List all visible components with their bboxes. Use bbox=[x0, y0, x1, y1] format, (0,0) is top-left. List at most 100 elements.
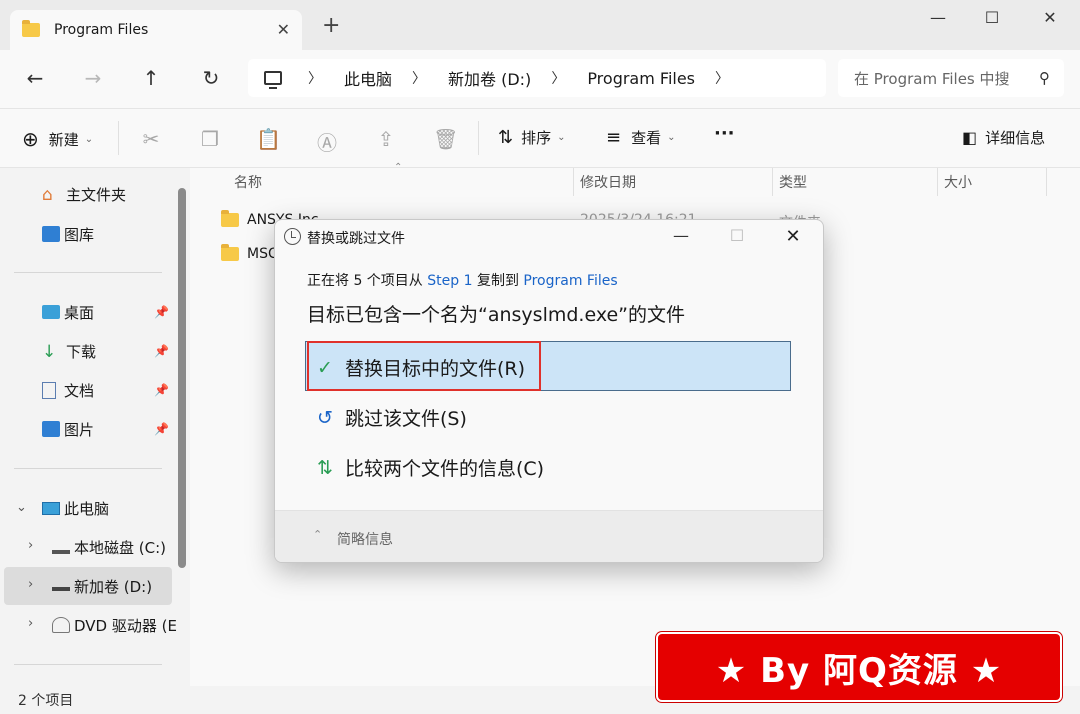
view-label: 查看 bbox=[631, 129, 662, 147]
pin-icon[interactable]: 📌 bbox=[154, 422, 169, 436]
sidebar-item-documents[interactable]: 文档 bbox=[42, 378, 94, 402]
compare-files-option[interactable]: ⇅ 比较两个文件的信息(C) bbox=[317, 454, 544, 481]
sidebar-item-label: 下载 bbox=[66, 342, 97, 361]
back-button[interactable]: ← bbox=[20, 66, 50, 90]
chevron-down-icon: ⌄ bbox=[667, 132, 676, 143]
skip-files-option[interactable]: ↺ 跳过该文件(S) bbox=[317, 404, 467, 431]
new-tab-button[interactable]: + bbox=[322, 15, 340, 37]
maximize-button[interactable]: ☐ bbox=[972, 8, 1012, 27]
breadcrumb-this-pc[interactable]: 此电脑 bbox=[344, 66, 392, 90]
pin-icon[interactable]: 📌 bbox=[154, 305, 169, 319]
close-window-button[interactable]: ✕ bbox=[1030, 8, 1070, 27]
sidebar-item-desktop[interactable]: 桌面 bbox=[42, 300, 94, 324]
new-label: 新建 bbox=[48, 130, 79, 149]
breadcrumb-separator[interactable]: 〉 bbox=[412, 68, 426, 88]
destination-link[interactable]: Program Files bbox=[523, 273, 617, 289]
close-tab-icon[interactable]: ✕ bbox=[277, 20, 290, 39]
dialog-title-bar[interactable]: 替换或跳过文件 — ☐ ✕ bbox=[275, 220, 823, 254]
copy-icon[interactable]: ❐ bbox=[198, 127, 222, 151]
copy-progress-text: 正在将 5 个项目从 Step 1 复制到 Program Files bbox=[307, 270, 618, 290]
share-icon[interactable]: ⇪ bbox=[374, 127, 398, 151]
column-header-size[interactable]: 大小 bbox=[944, 172, 972, 192]
replace-files-option[interactable]: ✓ 替换目标中的文件(R) bbox=[317, 354, 525, 381]
up-button[interactable]: ↑ bbox=[136, 66, 166, 90]
sidebar-item-label: 桌面 bbox=[64, 303, 95, 322]
rename-icon[interactable]: Ⓐ bbox=[315, 127, 339, 156]
chevron-right-icon[interactable]: › bbox=[28, 577, 33, 592]
pin-icon[interactable]: 📌 bbox=[154, 383, 169, 397]
sidebar-item-downloads[interactable]: ↓ 下载 bbox=[42, 339, 96, 363]
table-row[interactable]: MSC bbox=[221, 244, 278, 262]
document-icon bbox=[42, 381, 56, 399]
sidebar-item-home[interactable]: ⌂ 主文件夹 bbox=[42, 182, 126, 206]
column-header-name[interactable]: 名称 bbox=[234, 172, 262, 192]
search-icon[interactable]: ⚲ bbox=[1039, 69, 1050, 87]
sidebar-item-label: 图库 bbox=[64, 225, 95, 244]
dialog-footer: ⌃ 简略信息 bbox=[275, 510, 823, 562]
more-options-button[interactable]: ··· bbox=[714, 123, 735, 144]
source-link[interactable]: Step 1 bbox=[427, 273, 472, 289]
breadcrumb-separator[interactable]: 〉 bbox=[715, 68, 729, 88]
sidebar-item-label: 文档 bbox=[64, 381, 95, 400]
chevron-right-icon[interactable]: › bbox=[28, 538, 33, 553]
sidebar-divider bbox=[14, 468, 162, 469]
sidebar-item-label: 主文件夹 bbox=[66, 185, 127, 204]
plus-circle-icon: ⊕ bbox=[22, 127, 39, 151]
sidebar-item-label: 本地磁盘 (C:) bbox=[74, 538, 166, 557]
refresh-button[interactable]: ↻ bbox=[196, 66, 226, 90]
minimize-button[interactable]: — bbox=[918, 8, 958, 27]
sidebar-scrollbar[interactable] bbox=[178, 188, 186, 568]
forward-button[interactable]: → bbox=[78, 66, 108, 90]
skip-label: 跳过该文件(S) bbox=[345, 408, 467, 430]
dialog-close-button[interactable]: ✕ bbox=[773, 226, 813, 247]
new-button[interactable]: ⊕ 新建 ⌄ bbox=[22, 127, 93, 151]
home-icon: ⌂ bbox=[42, 185, 53, 205]
paste-icon[interactable]: 📋 bbox=[256, 127, 281, 151]
watermark-banner: ★ By 阿Q资源 ★ bbox=[656, 632, 1062, 702]
cut-icon[interactable]: ✂ bbox=[139, 127, 163, 151]
compare-label: 比较两个文件的信息(C) bbox=[345, 458, 545, 480]
column-divider[interactable] bbox=[772, 168, 773, 196]
breadcrumb-separator[interactable]: 〉 bbox=[308, 68, 322, 88]
sidebar-item-drive-d[interactable]: 新加卷 (D:) bbox=[52, 574, 152, 598]
breadcrumb-drive-d[interactable]: 新加卷 (D:) bbox=[448, 66, 531, 90]
windows-drive-icon bbox=[52, 540, 70, 554]
details-button[interactable]: ◧ 详细信息 bbox=[962, 127, 1045, 148]
gallery-icon bbox=[42, 226, 60, 242]
picture-icon bbox=[42, 421, 60, 437]
sidebar-item-dvd[interactable]: DVD 驱动器 (E bbox=[52, 613, 177, 637]
column-divider[interactable] bbox=[937, 168, 938, 196]
dialog-maximize-button: ☐ bbox=[729, 226, 745, 245]
delete-icon[interactable]: 🗑 bbox=[433, 127, 458, 151]
conflict-message: 目标已包含一个名为“ansyslmd.exe”的文件 bbox=[307, 304, 686, 326]
sidebar-item-this-pc[interactable]: 此电脑 bbox=[42, 496, 109, 520]
column-header-modified[interactable]: 修改日期 bbox=[580, 172, 636, 192]
toolbar-divider bbox=[118, 121, 119, 155]
sidebar-divider bbox=[14, 664, 162, 665]
dialog-minimize-button[interactable]: — bbox=[661, 226, 701, 245]
sidebar-item-gallery[interactable]: 图库 bbox=[42, 222, 94, 246]
view-icon: ≡ bbox=[606, 127, 622, 148]
view-button[interactable]: ≡ 查看 ⌄ bbox=[606, 127, 676, 148]
address-row: ← → ↑ ↻ 〉 此电脑 〉 新加卷 (D:) 〉 Program Files… bbox=[0, 50, 1080, 108]
breadcrumb-program-files[interactable]: Program Files bbox=[587, 69, 695, 88]
chevron-down-icon[interactable]: ⌄ bbox=[16, 500, 27, 515]
search-input[interactable]: 在 Program Files 中搜 ⚲ bbox=[838, 59, 1064, 97]
sidebar-item-label: 图片 bbox=[64, 420, 95, 439]
column-header-type[interactable]: 类型 bbox=[779, 172, 807, 192]
chevron-up-icon[interactable]: ⌃ bbox=[313, 528, 322, 541]
column-divider[interactable] bbox=[1046, 168, 1047, 196]
sort-button[interactable]: ⇅ 排序 ⌄ bbox=[498, 127, 566, 148]
chevron-right-icon[interactable]: › bbox=[28, 616, 33, 631]
breadcrumb-separator[interactable]: 〉 bbox=[551, 68, 565, 88]
item-count: 2 个项目 bbox=[18, 693, 74, 709]
tab-program-files[interactable]: Program Files ✕ bbox=[10, 10, 302, 50]
search-placeholder: 在 Program Files 中搜 bbox=[854, 69, 1010, 88]
sidebar-item-drive-c[interactable]: 本地磁盘 (C:) bbox=[52, 535, 166, 559]
checkmark-icon: ✓ bbox=[317, 356, 333, 379]
sidebar-item-pictures[interactable]: 图片 bbox=[42, 417, 94, 441]
column-divider[interactable] bbox=[573, 168, 574, 196]
address-bar[interactable]: 〉 此电脑 〉 新加卷 (D:) 〉 Program Files 〉 bbox=[248, 59, 826, 97]
fewer-details-button[interactable]: 简略信息 bbox=[337, 529, 393, 549]
pin-icon[interactable]: 📌 bbox=[154, 344, 169, 358]
